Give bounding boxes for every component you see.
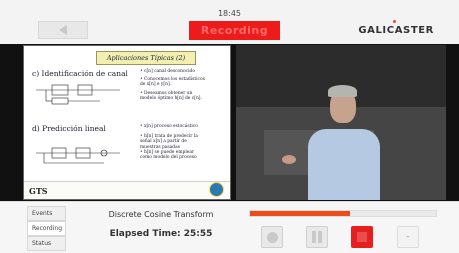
slide-bullet-c2: • Conocemos los estadísticos de x[n] e y…	[140, 77, 205, 88]
university-seal-icon	[209, 182, 224, 197]
tab-status[interactable]: Status	[27, 236, 66, 251]
elapsed-time: Elapsed Time: 25:55	[109, 229, 213, 239]
logo-dot	[393, 20, 396, 23]
recording-progress-bar	[249, 210, 437, 217]
slide-title: Aplicaciones Típicas (2)	[96, 51, 196, 65]
top-bar: 18:45 Recording GALICASTER	[0, 0, 459, 45]
camera-icon: ⌁	[406, 234, 410, 240]
back-button[interactable]	[38, 21, 88, 39]
left-tabs: Events Recording Status	[27, 206, 66, 253]
slide-bullet-d1: • x[n] proceso estocástico	[140, 124, 198, 129]
slide-diagram-d	[36, 147, 120, 164]
slide-bullet-c3: • Deseamos obtener un modelo óptimo h[n]…	[140, 91, 202, 102]
pause-bar-left	[312, 231, 316, 243]
back-arrow-icon	[59, 25, 67, 35]
record-button[interactable]	[261, 226, 283, 248]
slide-section-c: c) Identificación de canal	[32, 69, 128, 78]
slide-bullet-c1: • c[n] canal desconocido	[140, 69, 195, 74]
slide-footer: GTS	[24, 181, 230, 199]
slide-footer-logo: GTS	[29, 186, 48, 196]
bottom-panel: Events Recording Status Discrete Cosine …	[0, 201, 459, 253]
speaker-body	[308, 129, 380, 200]
speaker-hair	[328, 85, 357, 97]
speaker-hand	[282, 155, 296, 164]
recording-progress-fill	[250, 211, 351, 216]
stop-icon	[357, 232, 367, 242]
stop-button[interactable]	[351, 226, 373, 248]
slide-section-d: d) Predicción lineal	[32, 124, 106, 133]
pause-button[interactable]	[306, 226, 328, 248]
clock: 18:45	[217, 9, 242, 18]
record-icon	[266, 231, 278, 243]
preview-area: Aplicaciones Típicas (2) c) Identificaci…	[0, 44, 459, 201]
camera-preview	[236, 45, 446, 200]
presentation-preview: Aplicaciones Típicas (2) c) Identificaci…	[23, 45, 231, 200]
media-title: Discrete Cosine Transform	[108, 210, 214, 219]
recording-indicator: Recording	[189, 21, 280, 40]
galicaster-logo: GALICASTER	[358, 25, 434, 36]
pause-bar-right	[318, 231, 322, 243]
slide-bullet-d2: • h[n] trata de predecir la señal x[n] a…	[140, 134, 198, 150]
slide-diagram-c	[36, 84, 120, 105]
tab-recording[interactable]: Recording	[27, 221, 66, 236]
slide-bullet-d3: • h[n] se puede emplear como modelo del …	[140, 150, 197, 161]
camera-control-button[interactable]: ⌁	[397, 226, 419, 248]
tab-events[interactable]: Events	[27, 206, 66, 221]
